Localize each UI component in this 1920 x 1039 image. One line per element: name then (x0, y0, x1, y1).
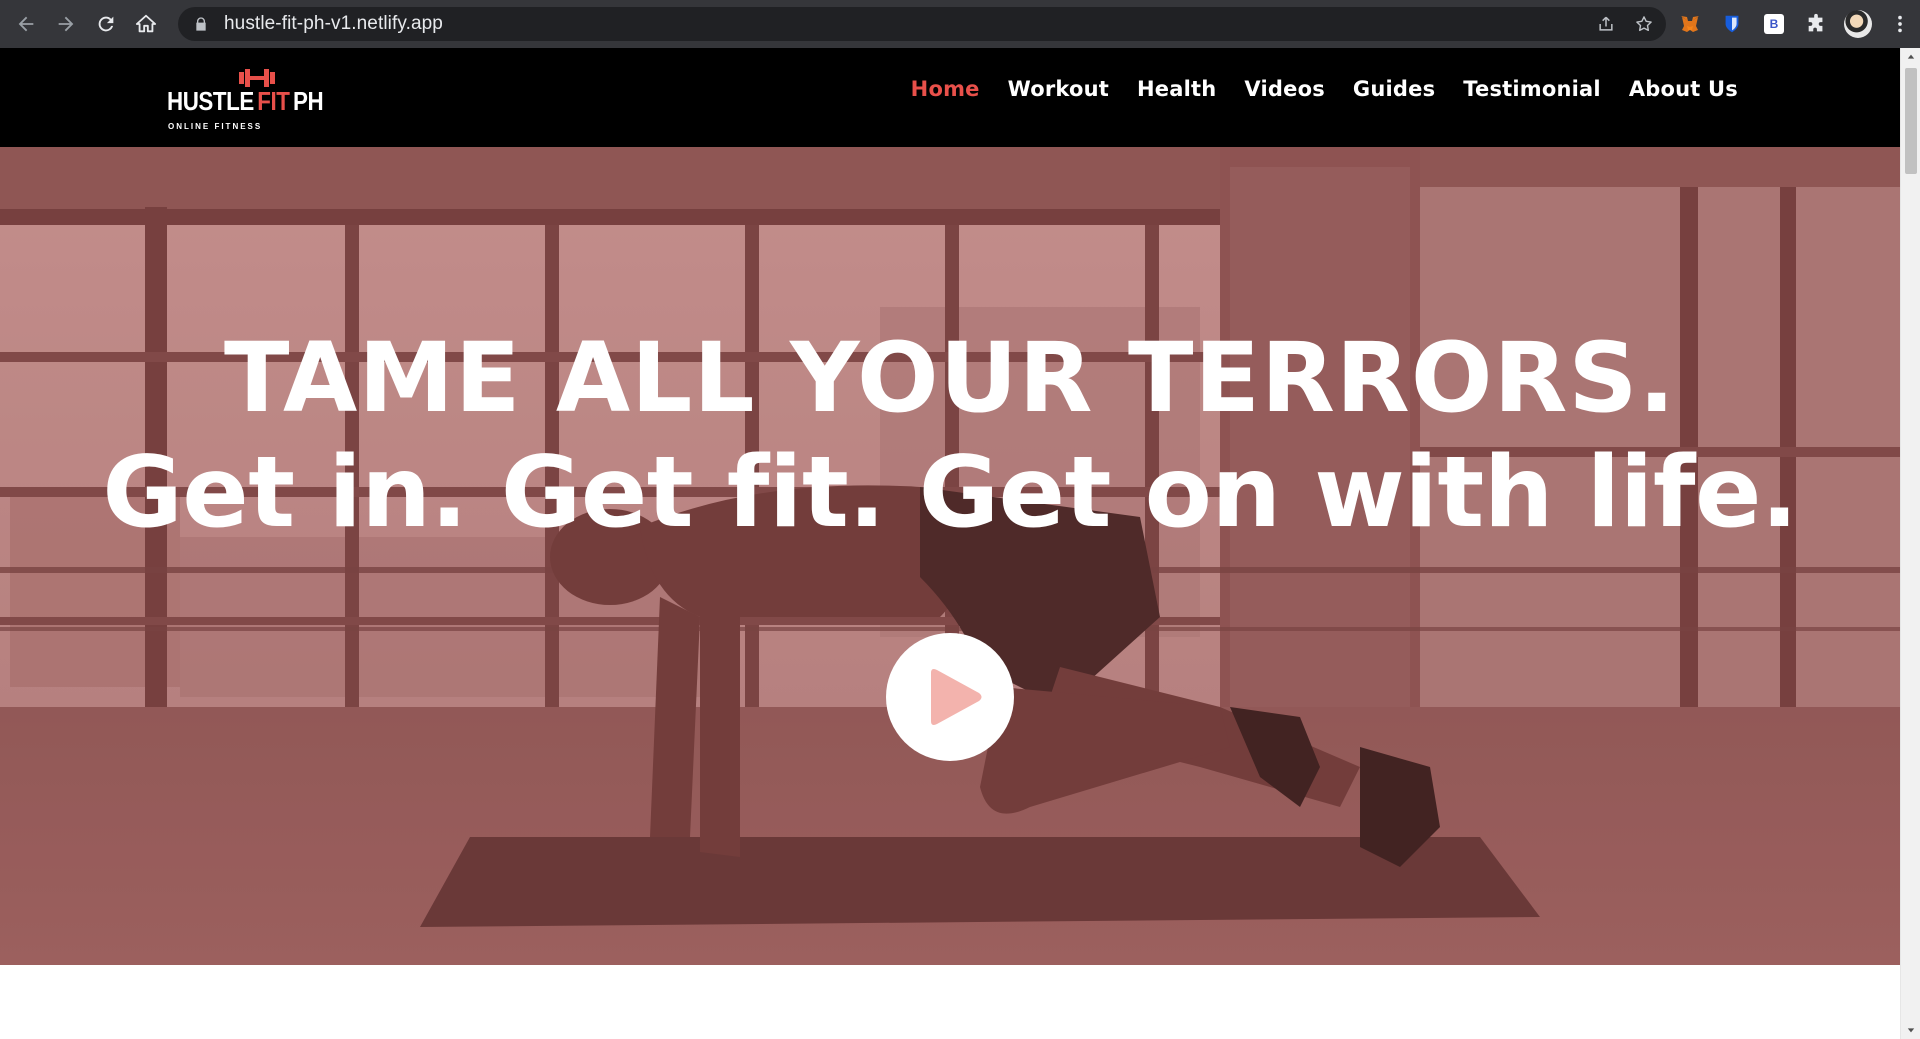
profile-avatar[interactable] (1844, 10, 1872, 38)
hero-headline-line1: TAME ALL YOUR TERRORS. (224, 322, 1676, 434)
hero-section: TAME ALL YOUR TERRORS. Get in. Get fit. … (0, 147, 1900, 965)
b-extension-icon[interactable]: B (1760, 10, 1788, 38)
main-nav: Home Workout Health Videos Guides Testim… (911, 48, 1738, 130)
metamask-fox-icon[interactable] (1676, 10, 1704, 38)
logo-wordmark: HUSTLE FIT PH (167, 86, 324, 117)
nav-guides[interactable]: Guides (1353, 77, 1435, 101)
logo-tagline: ONLINE FITNESS (168, 122, 263, 131)
site-header: HUSTLE FIT PH ONLINE FITNESS Home Workout … (0, 48, 1900, 147)
nav-workout[interactable]: Workout (1008, 77, 1109, 101)
logo-hustle: HUSTLE (167, 86, 254, 116)
logo-ph: PH (292, 86, 324, 116)
play-video-button[interactable] (886, 633, 1014, 761)
scroll-down-arrow-icon[interactable] (1901, 1021, 1920, 1039)
home-icon (135, 14, 157, 33)
hero-background-image (0, 147, 1900, 965)
site-logo[interactable]: HUSTLE FIT PH ONLINE FITNESS (167, 62, 324, 136)
address-bar[interactable]: hustle-fit-ph-v1.netlify.app (178, 7, 1666, 41)
page-content-area (0, 965, 1900, 1039)
nav-videos[interactable]: Videos (1244, 77, 1324, 101)
hero-headline-line2: Get in. Get fit. Get on with life. (102, 436, 1798, 550)
logo-fit: FIT (257, 86, 290, 116)
reload-button[interactable] (86, 4, 126, 44)
back-button[interactable] (6, 4, 46, 44)
kebab-menu-icon[interactable] (1886, 10, 1914, 38)
browser-toolbar: hustle-fit-ph-v1.netlify.app B (0, 0, 1920, 48)
scroll-up-arrow-icon[interactable] (1901, 48, 1920, 66)
nav-testimonial[interactable]: Testimonial (1463, 77, 1601, 101)
reload-icon (98, 16, 114, 32)
nav-home[interactable]: Home (911, 77, 980, 101)
lock-icon[interactable] (192, 15, 210, 33)
share-icon[interactable] (1596, 14, 1616, 34)
page-scrollbar[interactable] (1900, 48, 1920, 1039)
forward-arrow-icon (58, 16, 74, 32)
forward-button[interactable] (46, 4, 86, 44)
bitwarden-shield-icon[interactable] (1718, 10, 1746, 38)
back-arrow-icon (18, 16, 34, 32)
home-button[interactable] (126, 4, 166, 44)
nav-about-us[interactable]: About Us (1629, 77, 1738, 101)
puzzle-extensions-icon[interactable] (1802, 10, 1830, 38)
scrollbar-thumb[interactable] (1905, 68, 1917, 174)
play-icon (931, 669, 982, 725)
nav-health[interactable]: Health (1137, 77, 1216, 101)
url-text[interactable]: hustle-fit-ph-v1.netlify.app (224, 13, 443, 35)
star-icon[interactable] (1634, 14, 1654, 34)
